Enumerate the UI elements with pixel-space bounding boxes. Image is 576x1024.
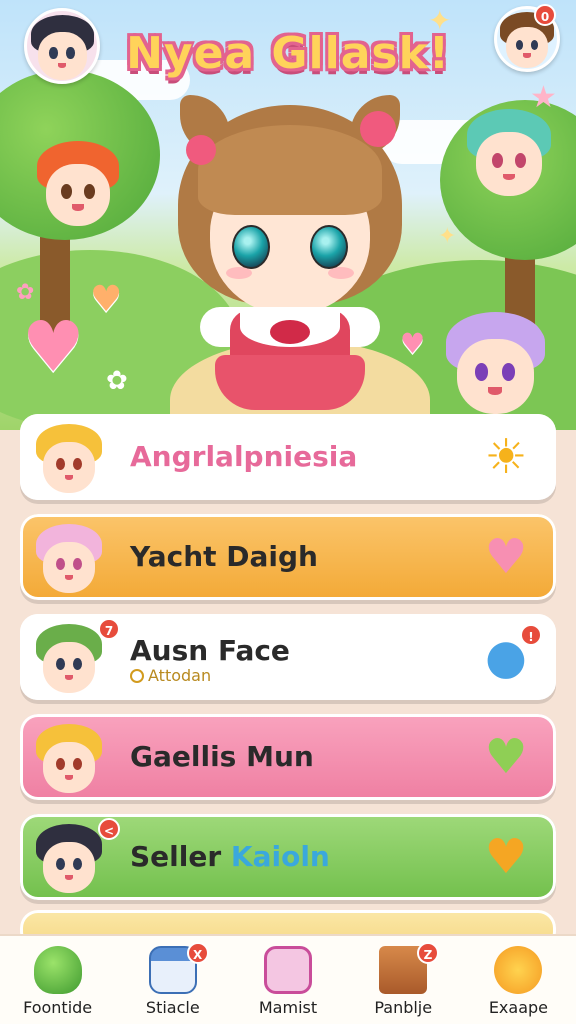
friend-avatar[interactable] [32,136,124,228]
face [43,842,95,893]
nav-item-mamist[interactable]: Mamist [230,936,345,1024]
nav-item-stiacle[interactable]: X Stiacle [115,936,230,1024]
face [37,32,87,80]
flower-clip [186,135,216,165]
friend-avatar[interactable] [462,104,556,198]
eye [55,658,65,671]
nav-label: Panblje [374,998,433,1017]
list-item-label: Ausn Face [130,634,290,667]
avatar [32,820,106,894]
face [43,542,95,593]
mouth [488,387,502,396]
face [506,27,548,68]
blush [226,267,252,279]
heart-icon: ♥ [22,306,85,388]
blush [328,267,354,279]
list-item[interactable]: Gaellis Mun ♥ [20,714,556,800]
eye [232,225,270,269]
nav-label: Foontide [23,998,93,1017]
nav-item-foontide[interactable]: Foontide [0,936,115,1024]
list-item[interactable]: Angrlalpniesia ☀ [20,414,556,500]
nav-item-panblje[interactable]: Z Panblje [346,936,461,1024]
label-part: Kaioln [230,840,330,873]
eye [83,183,95,199]
main-character[interactable] [170,95,410,415]
notification-badge: 0 [534,4,556,26]
eye [55,558,65,571]
star-icon: ✿ [16,280,35,305]
nav-item-exaape[interactable]: Exaape [461,936,576,1024]
cat-icon [494,946,543,994]
mouth [503,173,515,181]
label-part: Seller [130,840,222,873]
eye [55,458,65,471]
face [43,442,95,493]
mouth [64,574,74,580]
subtitle-text: Attodan [148,666,212,685]
heart-icon[interactable]: ♥ [476,728,536,786]
friend-avatar[interactable] [24,8,100,84]
list-item-subtitle: Attodan [130,666,211,685]
mouth [64,774,74,780]
slime-icon [33,946,82,994]
mouth [64,674,74,680]
eye [55,758,65,771]
avatar [32,620,106,694]
avatar [32,520,106,594]
list-item-label: Angrlalpniesia [130,440,358,473]
avatar [32,720,106,794]
heart-icon[interactable]: ♥ [476,528,536,586]
notification-badge: 7 [98,618,120,640]
star-icon: ✦ [438,224,457,249]
face [476,132,542,197]
face [43,742,95,793]
notification-badge: Z [417,942,440,964]
avatar [32,420,106,494]
list-item[interactable]: Yacht Daigh ♥ [20,514,556,600]
face [45,163,111,227]
eye [66,47,75,59]
eye [55,858,65,871]
list-item-label: Seller Kaioln [130,840,330,873]
skirt [215,355,365,410]
mouth [57,62,67,68]
nav-label: Mamist [258,998,318,1017]
list-item-label: Gaellis Mun [130,740,314,773]
face [43,642,95,693]
notification-badge: ! [520,624,542,646]
heart-clip [360,111,396,147]
flower-icon: ✿ [106,366,128,396]
friend-avatar[interactable] [440,306,550,416]
eye [530,40,538,50]
hero-scene: ♥ ♥ ♥ ✦ ★ ✦ ✿ ✿ Nyea Gllask! 0 [0,0,576,430]
bangs [198,125,382,215]
eye [501,363,515,381]
nav-label: Stiacle [145,998,200,1017]
nav-label: Exaape [488,998,548,1017]
notification-badge: X [186,942,209,964]
list-item[interactable]: < Seller Kaioln ♥ [20,814,556,900]
eye [49,47,58,59]
photo-frame-icon [264,946,312,994]
notification-badge: < [98,818,120,840]
mouth [523,53,531,58]
clock-icon [130,669,144,683]
mouth [64,874,74,880]
sun-icon[interactable]: ☀ [476,428,536,486]
heart-icon: ♥ [90,279,123,320]
eye [310,225,348,269]
face [456,339,534,414]
eye [514,152,526,168]
star-icon: ★ [530,80,557,115]
mouth [64,474,74,480]
mouth [72,204,84,211]
bottom-nav: Foontide X Stiacle Mamist Z Panblje Exaa… [0,934,576,1024]
list-item-label: Yacht Daigh [130,540,318,573]
list-item[interactable]: 7 Ausn Face Attodan ● ! [20,614,556,700]
heart-icon[interactable]: ♥ [476,828,536,886]
bow [270,320,310,344]
